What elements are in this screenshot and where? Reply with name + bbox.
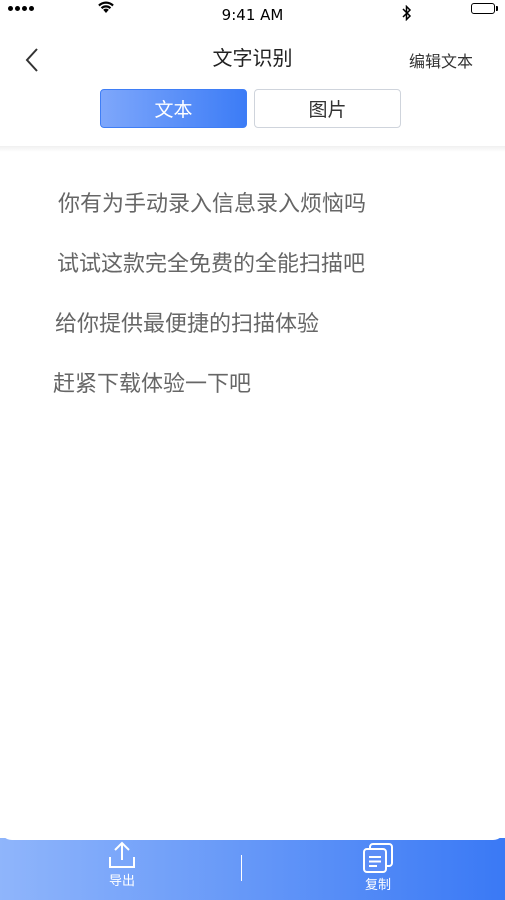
status-bar: 9:41 AM [0,0,505,30]
copy-button[interactable]: 复制 [360,842,396,893]
text-line: 给你提供最便捷的扫描体验 [55,312,320,337]
text-line: 你有为手动录入信息录入烦恼吗 [58,192,367,217]
tab-text[interactable]: 文本 [100,89,247,128]
header-divider [0,146,505,152]
export-label: 导出 [108,874,135,889]
upload-icon [109,841,135,868]
edit-text-button[interactable]: 编辑文本 [409,48,473,72]
toolbar-divider [241,855,242,881]
text-line: 试试这款完全免费的全能扫描吧 [57,252,366,277]
bottom-toolbar [0,838,505,900]
copy-label: 复制 [364,878,391,893]
content-card-edge [0,826,505,840]
segmented-tabs: 文本 图片 [100,89,401,128]
text-line: 赶紧下载体验一下吧 [53,372,252,397]
export-button[interactable]: 导出 [105,840,139,889]
tab-image[interactable]: 图片 [254,89,401,128]
battery-icon [471,3,498,14]
bluetooth-icon [402,5,412,21]
status-time: 9:41 AM [221,6,284,24]
copy-document-icon [363,843,393,873]
